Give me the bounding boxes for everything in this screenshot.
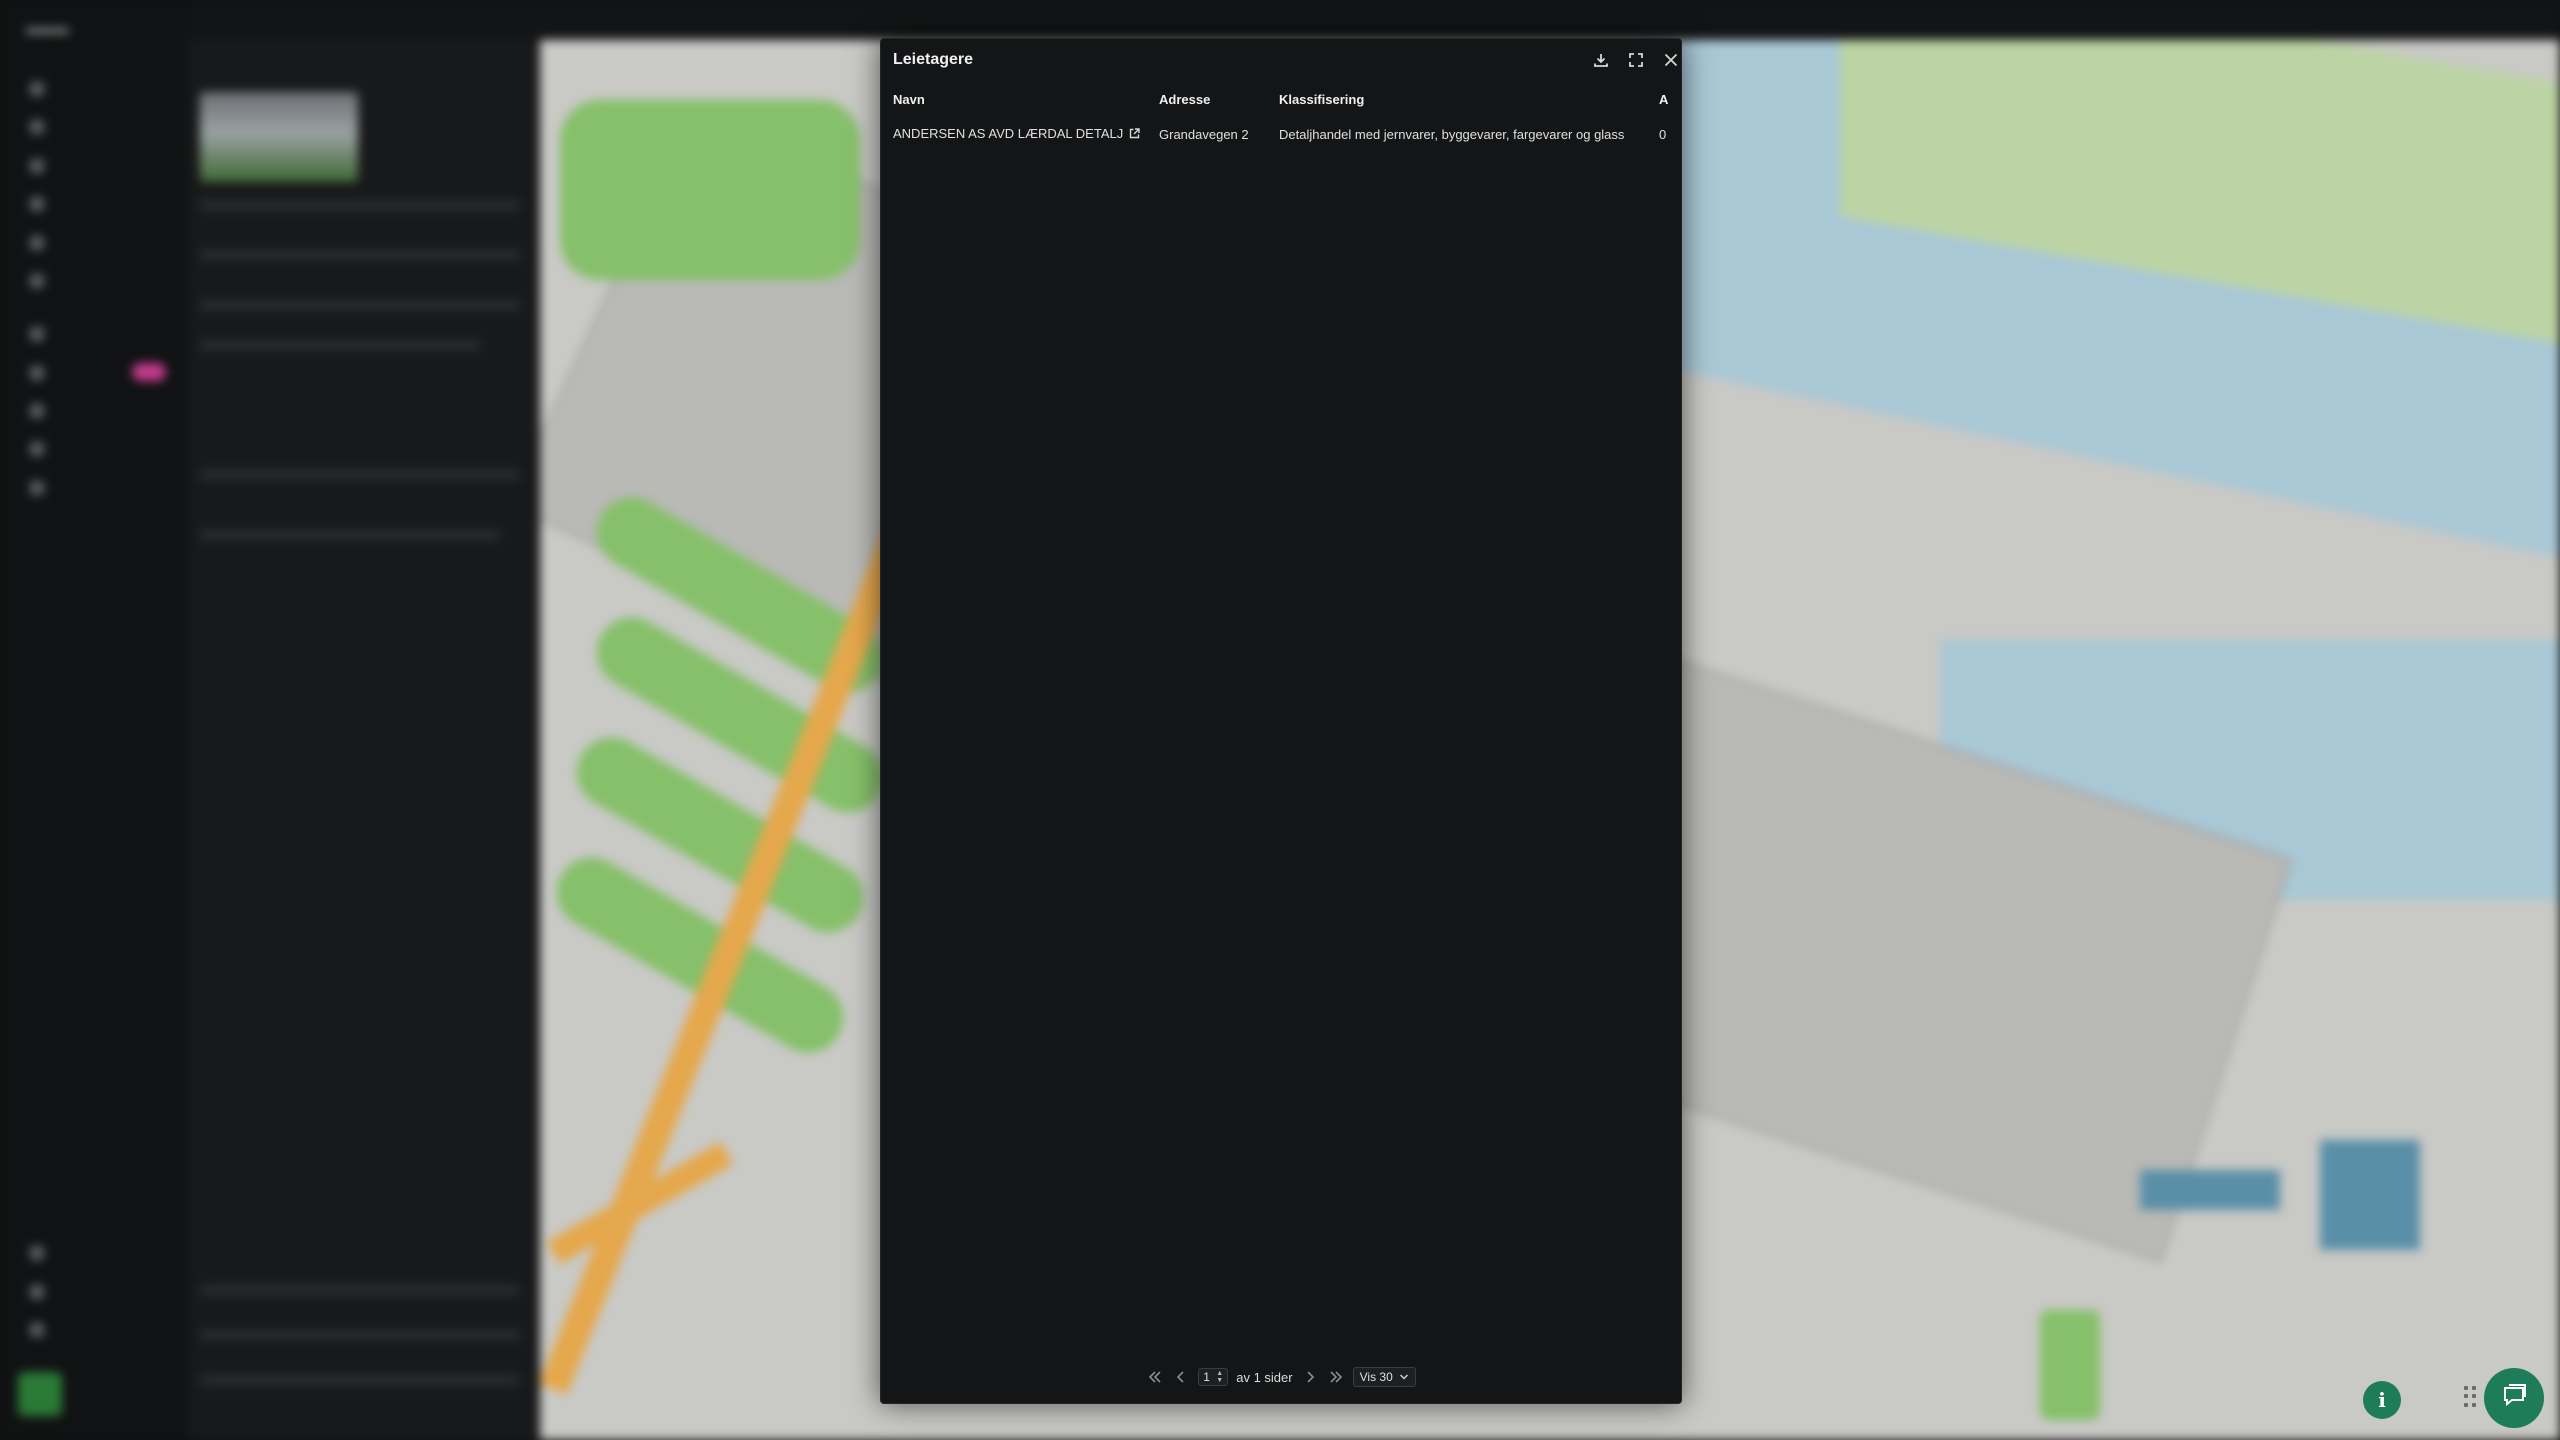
previous-page-icon[interactable]: [1172, 1368, 1190, 1386]
tenants-modal: Leietagere Navn Adresse Klassifisering A…: [880, 38, 1682, 1404]
modal-title: Leietagere: [893, 51, 974, 68]
nav-item: [30, 477, 44, 499]
panel-row: [200, 340, 480, 350]
panel-row: [200, 470, 520, 480]
cell-employees: 0: [1659, 126, 1667, 142]
expand-button[interactable]: [1623, 49, 1649, 75]
app-logo: ▪▪▪▪▪▪: [26, 20, 69, 42]
nav-item: [30, 155, 44, 177]
page-size-select[interactable]: Vis 30: [1352, 1367, 1416, 1387]
cell-classification: Detaljhandel med jernvarer, byggevarer, …: [1279, 126, 1625, 142]
expand-icon: [1627, 51, 1645, 74]
nav-item: [30, 78, 44, 100]
pagination: 1 ▲ ▼ av 1 sider Vis 30: [881, 1365, 1681, 1389]
column-header-classification[interactable]: Klassifisering: [1279, 87, 1659, 111]
nav-badge: [132, 363, 166, 381]
next-page-icon[interactable]: [1301, 1368, 1319, 1386]
nav-item: [30, 1319, 44, 1341]
page-count-label: av 1 sider: [1236, 1369, 1293, 1385]
property-panel: [188, 40, 540, 1440]
cell-address: Grandavegen 2: [1159, 126, 1249, 142]
chat-icon: [2500, 1382, 2528, 1415]
tenants-table-container[interactable]: Navn Adresse Klassifisering Ans ANDERSEN…: [893, 87, 1668, 1347]
table-row: ANDERSEN AS AVD LÆRDAL DETALJ Grandavege…: [893, 111, 1668, 157]
nav-item: [30, 323, 44, 345]
panel-row: [200, 1330, 520, 1340]
tenants-table: Navn Adresse Klassifisering Ans ANDERSEN…: [893, 87, 1668, 157]
nav-item: [30, 116, 44, 138]
info-icon: i: [2378, 1388, 2386, 1412]
page-number-value: 1: [1203, 1370, 1210, 1384]
table-header-row: Navn Adresse Klassifisering Ans: [893, 87, 1668, 111]
info-button[interactable]: i: [2363, 1381, 2401, 1419]
last-page-icon[interactable]: [1327, 1368, 1345, 1386]
first-page-icon[interactable]: [1146, 1368, 1164, 1386]
nav-item: [30, 400, 44, 422]
external-link-icon[interactable]: [1129, 127, 1140, 142]
column-header-employees[interactable]: Ans: [1659, 87, 1668, 111]
close-icon: [1662, 51, 1680, 74]
panel-row: [200, 250, 520, 260]
nav-item: [30, 438, 44, 460]
download-icon: [1592, 51, 1610, 74]
column-header-address[interactable]: Adresse: [1159, 87, 1279, 111]
nav-item: [30, 1242, 44, 1264]
panel-row: [200, 200, 520, 210]
stepper-icon[interactable]: ▲ ▼: [1216, 1370, 1223, 1384]
column-header-name[interactable]: Navn: [893, 87, 1159, 111]
chevron-down-icon: [1399, 1370, 1409, 1384]
property-thumbnail: [200, 92, 358, 182]
map-building: [2320, 1140, 2420, 1250]
top-bar: [0, 0, 2560, 40]
panel-row: [200, 1375, 520, 1385]
map-building: [2140, 1170, 2280, 1210]
nav-item: [30, 362, 44, 384]
download-button[interactable]: [1588, 49, 1614, 75]
drag-handle-icon[interactable]: [2464, 1386, 2478, 1408]
map-park: [2040, 1310, 2100, 1420]
panel-row: [200, 1285, 520, 1295]
nav-item: [30, 1281, 44, 1303]
tenant-name-link[interactable]: ANDERSEN AS AVD LÆRDAL DETALJ: [893, 126, 1123, 141]
side-navigation: ▪▪▪▪▪▪: [0, 0, 188, 1440]
panel-row: [200, 300, 520, 310]
nav-item: [30, 270, 44, 292]
avatar: [18, 1372, 62, 1416]
page-number-input[interactable]: 1 ▲ ▼: [1198, 1368, 1229, 1386]
panel-row: [200, 530, 500, 540]
close-button[interactable]: [1658, 49, 1684, 75]
nav-item: [30, 193, 44, 215]
map-park: [560, 100, 860, 280]
nav-item: [30, 232, 44, 254]
cell-name: ANDERSEN AS AVD LÆRDAL DETALJ: [893, 111, 1159, 157]
chat-button[interactable]: [2484, 1368, 2544, 1428]
page-size-value: Vis 30: [1359, 1370, 1393, 1384]
